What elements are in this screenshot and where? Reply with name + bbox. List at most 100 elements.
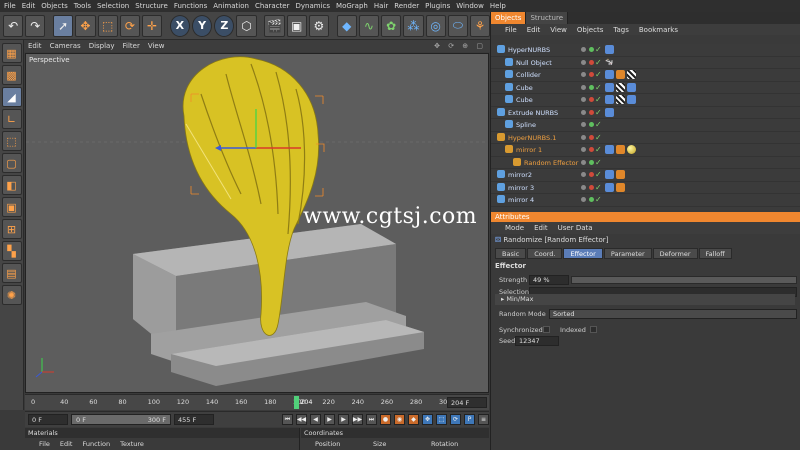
attributes-menu-mode[interactable]: Mode [505, 224, 524, 232]
menu-file[interactable]: File [4, 2, 22, 10]
points-mode-icon[interactable]: ⬚ [1, 131, 22, 151]
camera-icon[interactable]: ⚘ [469, 14, 491, 37]
seed-input[interactable]: 12347 [515, 335, 559, 346]
blue-tag-icon[interactable] [605, 182, 614, 192]
goto-end-icon[interactable]: ⏭ [366, 414, 377, 425]
visibility-dot-icon[interactable] [581, 172, 586, 177]
enabled-check-icon[interactable]: ✓ [595, 57, 602, 69]
object-row[interactable]: mirror 3 ✓ [491, 182, 800, 194]
blue-tag-icon[interactable] [605, 170, 614, 179]
menu-objects[interactable]: Objects [41, 2, 73, 10]
enabled-check-icon[interactable]: ✓ [595, 94, 602, 106]
viewport-menu-view[interactable]: View [148, 42, 165, 50]
workplane-icon[interactable]: ⊞ [1, 219, 22, 239]
attr-tab-parameter[interactable]: Parameter [603, 248, 652, 259]
visibility-dot-icon[interactable] [581, 84, 586, 90]
menu-tools[interactable]: Tools [74, 2, 97, 10]
blue-tag-icon[interactable] [605, 95, 614, 104]
attr-tab-deformer[interactable]: Deformer [652, 248, 698, 259]
objects-menu-view[interactable]: View [550, 26, 567, 34]
object-axis-icon[interactable]: ◢ [1, 87, 22, 107]
object-row[interactable]: Null Object ✓ 🐄 [491, 57, 800, 69]
model-mode-icon[interactable]: ▦ [1, 43, 22, 63]
menu-hair[interactable]: Hair [374, 2, 394, 10]
visibility-dot-icon[interactable] [581, 122, 586, 127]
object-row[interactable]: Spline ✓ [491, 119, 800, 132]
enabled-check-icon[interactable]: ✓ [595, 69, 602, 81]
object-row[interactable]: mirror2 ✓ [491, 169, 800, 182]
grid-icon[interactable]: ▤ [1, 263, 22, 283]
undo-icon[interactable]: ↶ [3, 14, 24, 37]
spline-icon[interactable]: ∿ [358, 14, 380, 37]
timeline-ruler[interactable]: 0 40 60 80 100 120 140 160 180 200 220 240 260 280 300… [25, 394, 489, 410]
visibility-dot-icon[interactable] [589, 122, 594, 127]
visibility-dots[interactable] [581, 59, 594, 65]
visibility-dots[interactable] [581, 197, 594, 202]
visibility-dot-icon[interactable] [589, 159, 594, 165]
visibility-dots[interactable] [581, 72, 594, 77]
visibility-dot-icon[interactable] [581, 184, 586, 190]
visibility-dot-icon[interactable] [581, 197, 586, 202]
axis-mode-icon[interactable]: ∟ [1, 109, 22, 129]
recent-tools-icon[interactable]: ✛ [141, 14, 163, 37]
visibility-dot-icon[interactable] [589, 197, 594, 202]
menu-selection[interactable]: Selection [97, 2, 135, 10]
materials-menu-file[interactable]: File [39, 440, 50, 448]
visibility-dot-icon[interactable] [589, 59, 594, 65]
enabled-check-icon[interactable]: ✓ [595, 44, 602, 56]
rotate-icon[interactable]: ⟳ [119, 14, 140, 37]
render-view-icon[interactable]: 🎬 [264, 14, 285, 37]
keyframe-selection-icon[interactable]: ◆ [408, 414, 419, 425]
orange-tag-icon[interactable] [616, 70, 625, 79]
tweak-mode-icon[interactable]: ▣ [1, 197, 22, 217]
objects-menu-bookmarks[interactable]: Bookmarks [639, 26, 678, 34]
record-keys-icon[interactable]: ● [380, 414, 391, 425]
menu-edit[interactable]: Edit [22, 2, 42, 10]
sculpt-icon[interactable]: ✺ [1, 285, 22, 305]
nurbs-icon[interactable]: ✿ [381, 14, 402, 37]
blue-tag-icon[interactable] [605, 107, 614, 117]
redo-icon[interactable]: ↷ [25, 14, 46, 37]
live-selection-icon[interactable]: ➚ [53, 14, 74, 37]
indexed-checkbox[interactable] [589, 326, 597, 333]
visibility-dot-icon[interactable] [589, 134, 594, 140]
attributes-menu-user-data[interactable]: User Data [558, 224, 593, 232]
menu-plugins[interactable]: Plugins [425, 2, 456, 10]
play-icon[interactable]: ▶ [324, 414, 335, 425]
orange-tag-icon[interactable] [616, 145, 625, 154]
cow-tag-icon[interactable]: 🐄 [605, 58, 614, 67]
viewport-menu-edit[interactable]: Edit [28, 42, 42, 50]
visibility-dots[interactable] [581, 147, 594, 152]
viewport-menu-filter[interactable]: Filter [123, 42, 140, 50]
blue-tag-icon[interactable] [605, 82, 614, 92]
position-track-icon[interactable]: ✥ [422, 414, 433, 425]
end-frame-field[interactable]: 455 F [174, 414, 214, 425]
visibility-dot-icon[interactable] [589, 84, 594, 90]
visibility-dot-icon[interactable] [581, 109, 586, 115]
start-frame-field[interactable]: 0 F [28, 414, 68, 425]
x-axis-lock-icon[interactable]: X [169, 14, 191, 37]
objects-menu-file[interactable]: File [505, 26, 517, 34]
viewport-nav-icons[interactable]: ✥ ⟳ ⊕ ▢ [434, 42, 486, 50]
prev-frame-icon[interactable]: ◀ [310, 414, 321, 425]
menu-window[interactable]: Window [456, 2, 490, 10]
attr-tab-effector[interactable]: Effector [563, 248, 603, 259]
visibility-dots[interactable] [581, 122, 594, 127]
scale-icon[interactable]: ⬚ [97, 14, 118, 37]
menu-help[interactable]: Help [490, 2, 512, 10]
visibility-dots[interactable] [581, 84, 594, 90]
visibility-dots[interactable] [581, 159, 594, 165]
orange-tag-icon[interactable] [616, 182, 625, 192]
render-picture-viewer-icon[interactable]: ▣ [286, 14, 307, 37]
visibility-dots[interactable] [581, 134, 594, 140]
visibility-dot-icon[interactable] [589, 147, 594, 152]
objects-menu-edit[interactable]: Edit [527, 26, 541, 34]
timeline-playhead[interactable] [294, 396, 300, 409]
visibility-dot-icon[interactable] [589, 47, 594, 52]
object-row[interactable]: Collider ✓ [491, 69, 800, 82]
chk-tag-icon[interactable] [616, 95, 625, 104]
environment-icon[interactable]: ⬭ [447, 14, 468, 37]
object-row[interactable]: HyperNURBS.1 ✓ [491, 132, 800, 144]
object-row[interactable]: Extrude NURBS ✓ [491, 107, 800, 119]
visibility-dot-icon[interactable] [581, 47, 586, 52]
